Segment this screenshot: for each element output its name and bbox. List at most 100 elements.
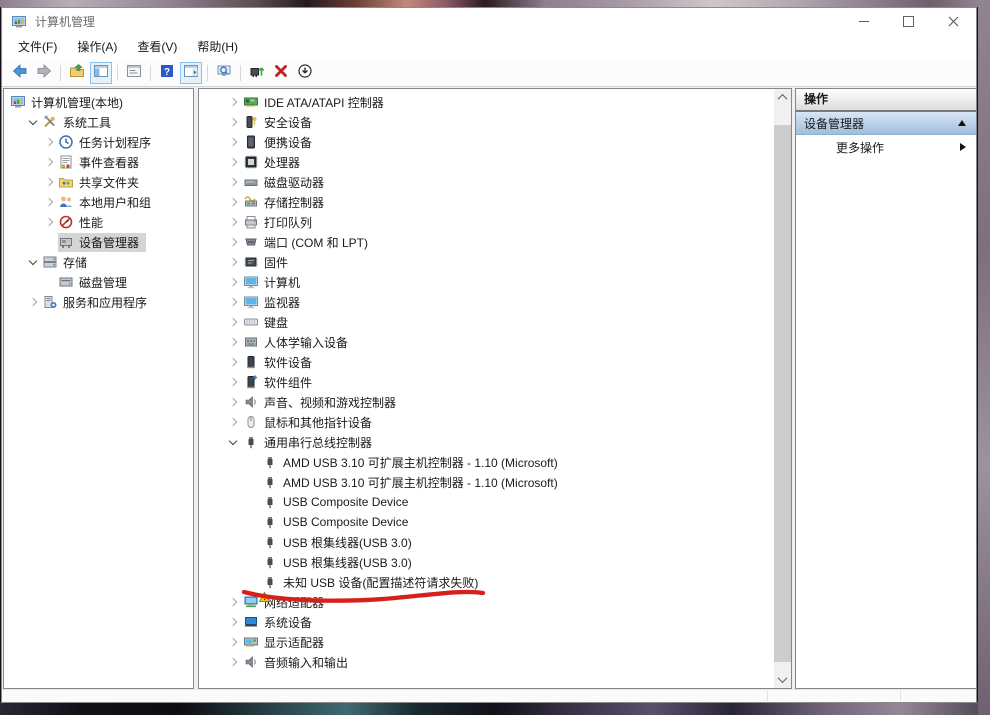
menu-file[interactable]: 文件(F): [8, 35, 67, 59]
toolbar-button-export-list[interactable]: [213, 62, 235, 84]
console-tree-toggle-icon: [93, 63, 109, 82]
tree-item-print-queue[interactable]: 打印队列: [199, 212, 774, 232]
expand-chevron-icon[interactable]: [225, 334, 243, 350]
expand-chevron-icon[interactable]: [225, 634, 243, 650]
tree-item-hid[interactable]: 人体学输入设备: [199, 332, 774, 352]
tree-item-system-devices[interactable]: 系统设备: [199, 612, 774, 632]
tree-item-monitor[interactable]: 监视器: [199, 292, 774, 312]
tree-item-keyboard[interactable]: 键盘: [199, 312, 774, 332]
toolbar-button-disable-device[interactable]: [294, 62, 316, 84]
tree-item-usb-device[interactable]: AMD USB 3.10 可扩展主机控制器 - 1.10 (Microsoft): [199, 472, 774, 492]
tree-item-usb-controller[interactable]: 通用串行总线控制器: [199, 432, 774, 452]
usb-device-icon: [262, 454, 280, 470]
toolbar-button-forward-arrow[interactable]: [33, 62, 55, 84]
expand-chevron-icon[interactable]: [225, 294, 243, 310]
scroll-down-button[interactable]: [774, 671, 791, 688]
tree-item-usb-device[interactable]: USB Composite Device: [199, 492, 774, 512]
expand-chevron-icon[interactable]: [225, 414, 243, 430]
menu-help[interactable]: 帮助(H): [187, 35, 248, 59]
expand-chevron-icon[interactable]: [42, 154, 58, 170]
expand-chevron-icon[interactable]: [225, 114, 243, 130]
tree-item-usb-device[interactable]: 未知 USB 设备(配置描述符请求失败): [199, 572, 774, 592]
tree-item-mouse[interactable]: 鼠标和其他指针设备: [199, 412, 774, 432]
tree-item-event-viewer[interactable]: 事件查看器: [4, 152, 193, 172]
toolbar-button-properties[interactable]: [123, 62, 145, 84]
toolbar-button-uninstall-x[interactable]: [270, 62, 292, 84]
tree-item-storage-controller[interactable]: 存储控制器: [199, 192, 774, 212]
tree-item-usb-device[interactable]: USB 根集线器(USB 3.0): [199, 552, 774, 572]
expand-chevron-icon[interactable]: [225, 154, 243, 170]
expand-chevron-icon[interactable]: [225, 654, 243, 670]
tree-item-ide-controller[interactable]: IDE ATA/ATAPI 控制器: [199, 92, 774, 112]
expand-chevron-icon[interactable]: [26, 294, 42, 310]
expand-chevron-icon[interactable]: [225, 234, 243, 250]
expand-chevron-icon[interactable]: [225, 174, 243, 190]
expand-chevron-icon[interactable]: [225, 354, 243, 370]
tree-item-system-tools[interactable]: 系统工具: [4, 112, 193, 132]
toolbar-button-help[interactable]: ?: [156, 62, 178, 84]
tree-item-label: 监视器: [264, 294, 304, 311]
toolbar-button-scan-hardware[interactable]: [246, 62, 268, 84]
tree-item-disk-drive[interactable]: 磁盘驱动器: [199, 172, 774, 192]
close-button[interactable]: [931, 8, 976, 35]
expand-chevron-icon[interactable]: [225, 274, 243, 290]
tree-item-disk-management[interactable]: 磁盘管理: [4, 272, 193, 292]
toolbar-button-console-tree-toggle[interactable]: [90, 62, 112, 84]
menu-view[interactable]: 查看(V): [127, 35, 187, 59]
tree-item-security-device[interactable]: 安全设备: [199, 112, 774, 132]
expand-chevron-icon[interactable]: [42, 134, 58, 150]
tree-item-computer[interactable]: 计算机: [199, 272, 774, 292]
tree-item-usb-device[interactable]: USB 根集线器(USB 3.0): [199, 532, 774, 552]
tree-item-software-component[interactable]: 软件组件: [199, 372, 774, 392]
tree-item-usb-device[interactable]: USB Composite Device: [199, 512, 774, 532]
expand-chevron-icon[interactable]: [225, 214, 243, 230]
tree-item-software-device[interactable]: 软件设备: [199, 352, 774, 372]
expand-chevron-icon[interactable]: [225, 374, 243, 390]
expand-chevron-icon[interactable]: [225, 94, 243, 110]
more-actions-item[interactable]: 更多操作: [796, 135, 976, 159]
collapse-chevron-icon[interactable]: [26, 254, 42, 270]
tree-item-display-adapter[interactable]: 显示适配器: [199, 632, 774, 652]
toolbar-button-action-pane-toggle[interactable]: [180, 62, 202, 84]
expand-chevron-icon[interactable]: [42, 174, 58, 190]
toolbar-button-back-arrow[interactable]: [9, 62, 31, 84]
tree-item-processor[interactable]: 处理器: [199, 152, 774, 172]
tree-item-storage[interactable]: 存储: [4, 252, 193, 272]
tree-item-task-scheduler[interactable]: 任务计划程序: [4, 132, 193, 152]
collapse-chevron-icon[interactable]: [26, 114, 42, 130]
tree-item-performance[interactable]: 性能: [4, 212, 193, 232]
expand-chevron-icon[interactable]: [225, 394, 243, 410]
expand-chevron-icon[interactable]: [42, 214, 58, 230]
expand-chevron-icon[interactable]: [42, 194, 58, 210]
maximize-button[interactable]: [886, 8, 931, 35]
expand-chevron-icon[interactable]: [225, 194, 243, 210]
tree-item-network-adapter[interactable]: 网络适配器: [199, 592, 774, 612]
minimize-button[interactable]: [841, 8, 886, 35]
expand-chevron-icon[interactable]: [225, 614, 243, 630]
scrollbar-thumb[interactable]: [774, 125, 791, 662]
collapse-arrow-icon[interactable]: [958, 120, 966, 126]
tree-item-services-apps[interactable]: 服务和应用程序: [4, 292, 193, 312]
tree-item-usb-device[interactable]: AMD USB 3.10 可扩展主机控制器 - 1.10 (Microsoft): [199, 452, 774, 472]
tree-item-users-groups[interactable]: 本地用户和组: [4, 192, 193, 212]
tree-item-device-manager[interactable]: 设备管理器: [4, 232, 193, 252]
tree-item-firmware[interactable]: 固件: [199, 252, 774, 272]
actions-group-device-manager[interactable]: 设备管理器: [796, 112, 976, 135]
expand-chevron-icon[interactable]: [225, 134, 243, 150]
collapse-chevron-icon[interactable]: [225, 434, 243, 450]
desktop-wallpaper-right: [978, 0, 990, 715]
status-separator: [767, 691, 768, 701]
toolbar-button-folder-up[interactable]: [66, 62, 88, 84]
expand-chevron-icon[interactable]: [225, 314, 243, 330]
tree-item-ports[interactable]: 端口 (COM 和 LPT): [199, 232, 774, 252]
tree-item-shared-folders[interactable]: 共享文件夹: [4, 172, 193, 192]
tree-item-sound-video-game[interactable]: 声音、视频和游戏控制器: [199, 392, 774, 412]
tree-item-computer-management[interactable]: 计算机管理(本地): [4, 92, 193, 112]
tree-item-audio-io[interactable]: 音频输入和输出: [199, 652, 774, 672]
expand-chevron-icon[interactable]: [225, 254, 243, 270]
tree-item-portable-device[interactable]: 便携设备: [199, 132, 774, 152]
menu-action[interactable]: 操作(A): [67, 35, 127, 59]
expand-chevron-icon[interactable]: [225, 594, 243, 610]
vertical-scrollbar[interactable]: [774, 89, 791, 688]
scroll-up-button[interactable]: [774, 89, 791, 106]
